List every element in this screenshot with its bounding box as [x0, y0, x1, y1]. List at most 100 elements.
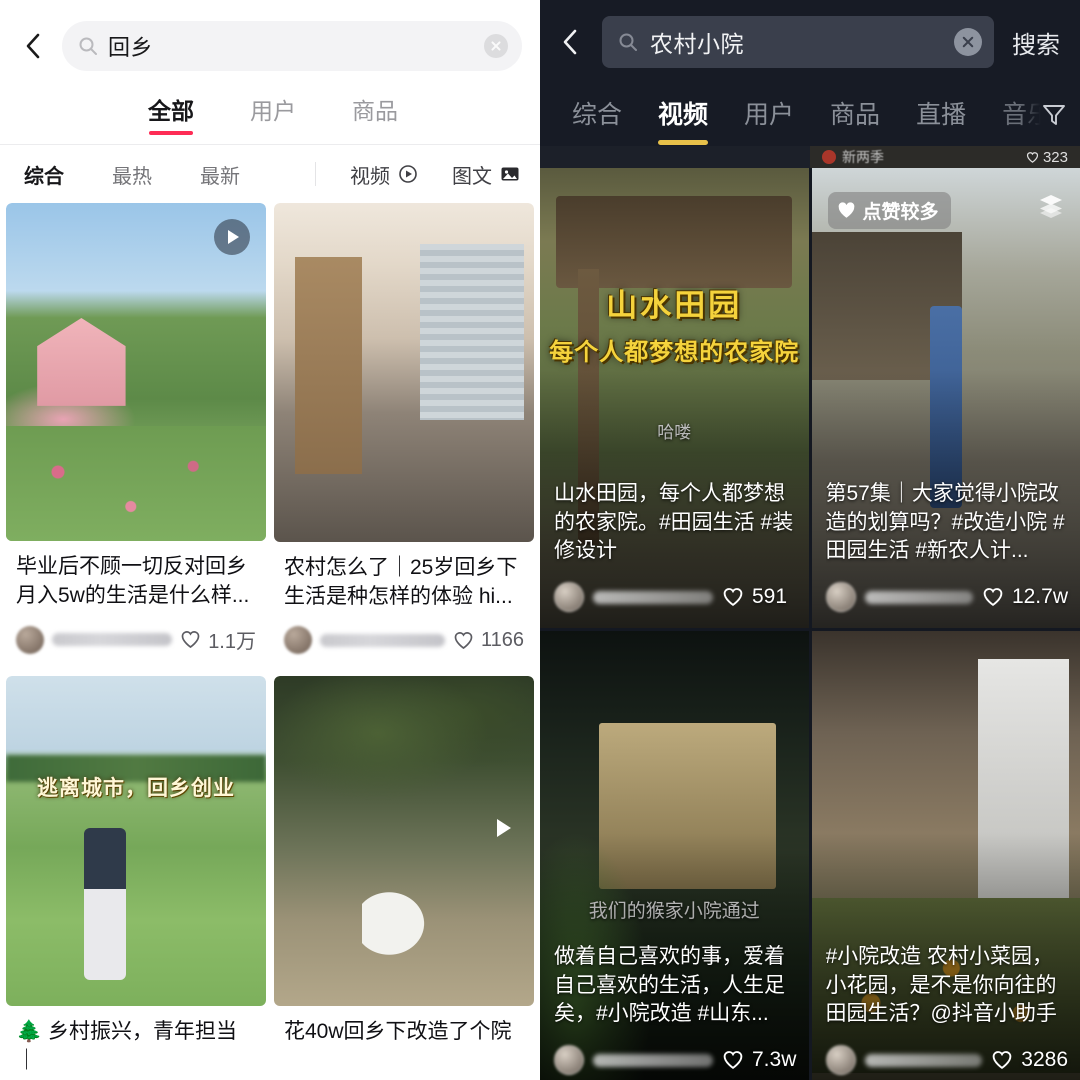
video-caption: 第57集｜大家觉得小院改造的划算吗？#改造小院 #田园生活 #新农人计... [826, 480, 1069, 566]
like-count-value: 3286 [1021, 1048, 1068, 1072]
like-count[interactable]: 7.3w [722, 1048, 796, 1072]
like-count[interactable]: 1.1万 [180, 625, 256, 654]
card-meta: 🌲 乡村振兴，青年担当｜ [6, 1006, 266, 1080]
card-thumbnail[interactable] [274, 203, 534, 542]
play-badge-icon[interactable] [214, 219, 250, 255]
back-chevron-icon[interactable] [548, 20, 592, 64]
like-count[interactable]: 3286 [991, 1048, 1068, 1072]
search-icon [618, 32, 638, 52]
card-meta: 农村怎么了｜25岁回乡下生活是种怎样的体验 hi... [274, 542, 534, 616]
card-title: 🌲 乡村振兴，青年担当｜ [16, 1018, 256, 1076]
like-count[interactable]: 1166 [453, 629, 524, 652]
filter-hottest[interactable]: 最热 [112, 160, 152, 189]
avatar[interactable] [284, 626, 312, 654]
card-title: 花40w回乡下改造了个院 [284, 1018, 524, 1047]
avatar[interactable] [554, 582, 584, 612]
tab-products[interactable]: 商品 [812, 95, 898, 135]
like-count-value: 1166 [481, 629, 524, 652]
tab-video[interactable]: 视频 [640, 95, 726, 135]
video-caption: 山水田园，每个人都梦想的农家院。#田园生活 #装修设计 [554, 480, 797, 566]
left-tab-bar: 全部 用户 商品 [0, 92, 540, 144]
list-item[interactable]: 毕业后不顾一切反对回乡月入5w的生活是什么样... 1.1万 [6, 203, 266, 668]
video-card[interactable]: 点赞较多 第57集｜大家觉得小院改造的划算吗？#改造小院 #田园生活 #新农人计… [812, 168, 1080, 628]
video-card[interactable]: #小院改造 农村小菜园，小花园，是不是你向往的田园生活？@抖音小助手 3286 [812, 631, 1080, 1080]
thumbnail-overlay-title: 山水田园 [540, 280, 809, 325]
list-item[interactable]: 花40w回乡下改造了个院 [274, 676, 534, 1080]
card-footer: 1.1万 [6, 615, 266, 668]
card-footer: 1166 [274, 616, 534, 668]
right-results-grid: 山水田园 每个人都梦想的农家院 哈喽 山水田园，每个人都梦想的农家院。#田园生活… [540, 168, 1080, 1080]
left-search-input[interactable]: 回乡 [62, 21, 522, 71]
filter-video[interactable]: 视频 [350, 160, 418, 189]
peek-author: 新两季 [822, 147, 884, 167]
tab-users[interactable]: 用户 [250, 92, 296, 135]
right-search-bar: 农村小院 搜索 [540, 0, 1080, 84]
heart-icon [837, 201, 856, 220]
tab-live[interactable]: 直播 [898, 95, 984, 135]
video-card[interactable]: 我们的猴家小院通过 做着自己喜欢的事，爱着自己喜欢的生活，人生足矣，#小院改造 … [540, 631, 809, 1080]
card-meta: 花40w回乡下改造了个院 [274, 1006, 534, 1051]
search-button[interactable]: 搜索 [1004, 25, 1068, 60]
image-icon [500, 164, 520, 184]
like-count-value: 591 [752, 585, 787, 609]
left-search-bar: 回乡 [0, 0, 540, 92]
thumbnail-overlay-subtitle: 每个人都梦想的农家院 [540, 332, 809, 367]
clear-icon[interactable] [954, 28, 982, 56]
clear-icon[interactable] [484, 34, 508, 58]
thumbnail-image [6, 676, 266, 1006]
author-name [865, 1054, 983, 1067]
avatar[interactable] [554, 1045, 584, 1075]
left-search-query: 回乡 [108, 30, 474, 62]
avatar[interactable] [826, 582, 856, 612]
filter-image-text[interactable]: 图文 [452, 160, 520, 189]
back-chevron-icon[interactable] [10, 23, 56, 69]
video-card[interactable]: 山水田园 每个人都梦想的农家院 哈喽 山水田园，每个人都梦想的农家院。#田园生活… [540, 168, 809, 628]
right-tab-bar: 综合 视频 用户 商品 直播 音乐 [540, 84, 1080, 146]
filter-comprehensive[interactable]: 综合 [24, 160, 64, 189]
avatar[interactable] [16, 626, 44, 654]
card-thumbnail[interactable] [274, 676, 534, 1006]
author-name [593, 591, 713, 604]
avatar[interactable] [826, 1045, 856, 1075]
filter-funnel-icon[interactable] [1020, 95, 1074, 135]
filter-newest[interactable]: 最新 [200, 160, 240, 189]
card-footer: 7.3w [554, 1045, 797, 1075]
divider [315, 162, 316, 186]
author-name [320, 634, 445, 647]
status-badge-label: 点赞较多 [863, 197, 939, 224]
left-search-panel: 回乡 全部 用户 商品 综合 最热 最新 视频 图文 毕业后不 [0, 0, 540, 1080]
play-badge-icon[interactable] [484, 810, 520, 846]
search-icon [78, 36, 98, 56]
author-name [52, 633, 172, 646]
list-item[interactable]: 逃离城市，回乡创业 🌲 乡村振兴，青年担当｜ [6, 676, 266, 1080]
like-count-value: 323 [1043, 149, 1068, 166]
left-results-grid: 毕业后不顾一切反对回乡月入5w的生活是什么样... 1.1万 农村怎么了｜25岁… [0, 203, 540, 1080]
heart-icon [722, 586, 744, 608]
like-count[interactable]: 12.7w [982, 585, 1068, 609]
thumbnail-overlay-text: 逃离城市，回乡创业 [6, 772, 266, 802]
card-title: 农村怎么了｜25岁回乡下生活是种怎样的体验 hi... [284, 554, 524, 612]
tab-products[interactable]: 商品 [352, 92, 398, 135]
peek-cell-left [540, 146, 810, 168]
filter-image-text-label: 图文 [452, 160, 492, 189]
play-circle-icon [398, 164, 418, 184]
heart-icon [180, 629, 201, 650]
previous-row-peek: 新两季 323 [540, 146, 1080, 168]
heart-icon [453, 630, 474, 651]
list-item[interactable]: 农村怎么了｜25岁回乡下生活是种怎样的体验 hi... 1166 [274, 203, 534, 668]
card-thumbnail[interactable]: 逃离城市，回乡创业 [6, 676, 266, 1006]
card-title: 毕业后不顾一切反对回乡月入5w的生活是什么样... [16, 553, 256, 611]
avatar [822, 150, 836, 164]
heart-icon [991, 1049, 1013, 1071]
like-count-value: 12.7w [1012, 585, 1068, 609]
like-count[interactable]: 591 [722, 585, 787, 609]
tab-all[interactable]: 全部 [148, 92, 194, 135]
tab-users[interactable]: 用户 [726, 95, 812, 135]
card-thumbnail[interactable] [6, 203, 266, 541]
right-search-input[interactable]: 农村小院 [602, 16, 994, 68]
author-name [593, 1054, 713, 1067]
status-badge: 点赞较多 [828, 192, 951, 229]
tab-comprehensive[interactable]: 综合 [554, 95, 640, 135]
peek-cell-right: 新两季 323 [810, 146, 1080, 168]
heart-icon [1026, 151, 1039, 164]
